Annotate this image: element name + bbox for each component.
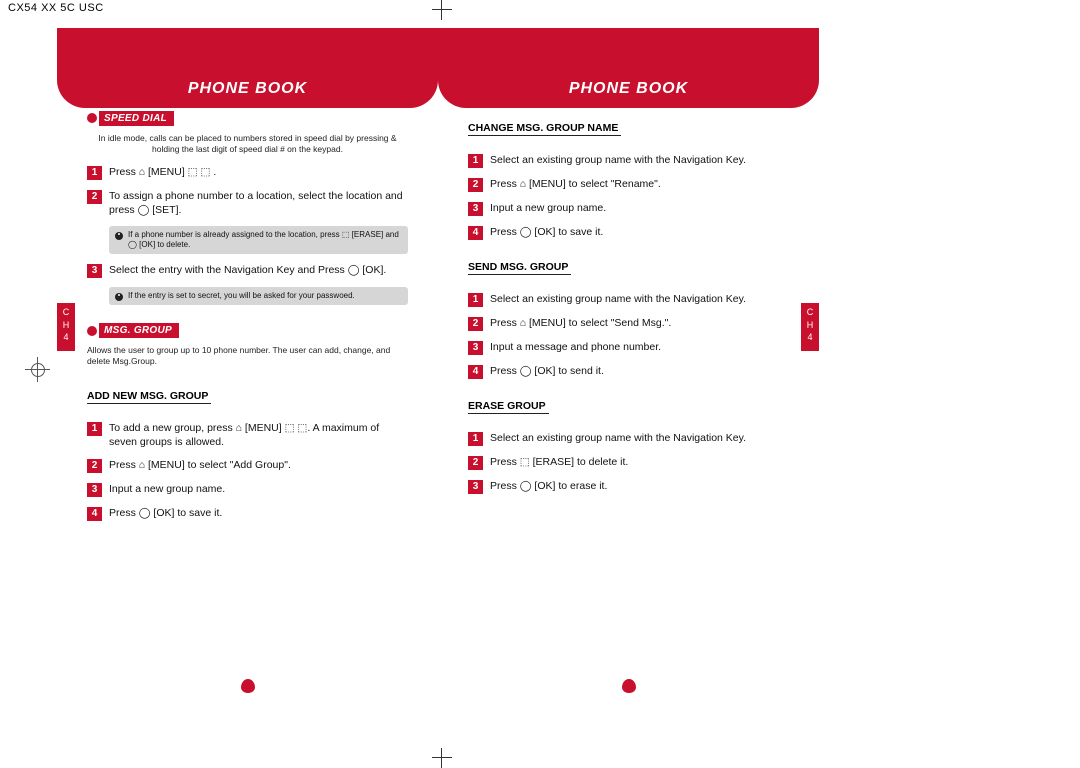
step-text: Select an existing group name with the N… <box>490 431 746 446</box>
step: 3 Input a message and phone number. <box>468 340 789 355</box>
step: 2 Press ⌂ [MENU] to select "Send Msg.". <box>468 316 789 331</box>
step-number: 2 <box>87 459 102 473</box>
step-text: Press ⬚ [ERASE] to delete it. <box>490 455 628 470</box>
chapter-tab-left: C H 4 <box>57 303 75 351</box>
step-text: To assign a phone number to a location, … <box>109 189 408 217</box>
step-number: 4 <box>87 507 102 521</box>
step-text: Press ◯ [OK] to send it. <box>490 364 604 379</box>
step-text: Select an existing group name with the N… <box>490 153 746 168</box>
section-title: SPEED DIAL <box>99 111 174 126</box>
step-number: 3 <box>468 480 483 494</box>
note-bullet-icon <box>115 232 123 240</box>
step: 2 Press ⌂ [MENU] to select "Add Group". <box>87 458 408 473</box>
page-footer-left <box>57 679 438 698</box>
step-number: 1 <box>468 432 483 446</box>
right-page: PHONE BOOK C H 4 CHANGE MSG. GROUP NAME … <box>438 28 819 733</box>
page-spread: PHONE BOOK C H 4 SPEED DIAL In idle mode… <box>57 28 819 733</box>
step-text: Press ⌂ [MENU] to select "Send Msg.". <box>490 316 671 331</box>
step-text: Select the entry with the Navigation Key… <box>109 263 386 278</box>
section-dot-icon <box>87 326 97 336</box>
note-bullet-icon <box>115 293 123 301</box>
crop-mark-top <box>432 0 452 20</box>
step: 1 Select an existing group name with the… <box>468 292 789 307</box>
section-speed-dial: SPEED DIAL <box>87 111 174 126</box>
step: 3 Press ◯ [OK] to erase it. <box>468 479 789 494</box>
step: 2 Press ⬚ [ERASE] to delete it. <box>468 455 789 470</box>
footer-ornament-icon <box>622 679 636 693</box>
step-number: 3 <box>87 264 102 278</box>
registration-mark-left <box>25 360 55 380</box>
note-text: If a phone number is already assigned to… <box>128 230 402 250</box>
step: 1 Select an existing group name with the… <box>468 431 789 446</box>
step-number: 1 <box>87 166 102 180</box>
crop-header-text: CX54 XX 5C USC <box>8 2 104 14</box>
footer-ornament-icon <box>241 679 255 693</box>
step-text: Input a new group name. <box>490 201 606 216</box>
step-text: Press ◯ [OK] to save it. <box>109 506 222 521</box>
section-title: MSG. GROUP <box>99 323 179 338</box>
step-text: Input a message and phone number. <box>490 340 661 355</box>
step-text: Press ⌂ [MENU] to select "Rename". <box>490 177 661 192</box>
subheading-add-group: ADD NEW MSG. GROUP <box>87 390 211 404</box>
step: 1 To add a new group, press ⌂ [MENU] ⬚ ⬚… <box>87 421 408 449</box>
section-dot-icon <box>87 113 97 123</box>
step-number: 1 <box>468 293 483 307</box>
step-text: Press ◯ [OK] to save it. <box>490 225 603 240</box>
step-text: Select an existing group name with the N… <box>490 292 746 307</box>
step-text: Press ⌂ [MENU] to select "Add Group". <box>109 458 291 473</box>
step: 3 Input a new group name. <box>468 201 789 216</box>
step-text: Input a new group name. <box>109 482 225 497</box>
step: 2 To assign a phone number to a location… <box>87 189 408 217</box>
page-header-right: PHONE BOOK <box>438 28 819 108</box>
step-number: 2 <box>468 317 483 331</box>
note-text: If the entry is set to secret, you will … <box>128 291 355 301</box>
subheading-send-group: SEND MSG. GROUP <box>468 261 571 275</box>
step-number: 4 <box>468 365 483 379</box>
right-content: CHANGE MSG. GROUP NAME 1 Select an exist… <box>468 110 789 503</box>
step: 4 Press ◯ [OK] to send it. <box>468 364 789 379</box>
note-box: If a phone number is already assigned to… <box>109 226 408 254</box>
step: 1 Select an existing group name with the… <box>468 153 789 168</box>
step: 1 Press ⌂ [MENU] ⬚ ⬚ . <box>87 165 408 180</box>
step: 4 Press ◯ [OK] to save it. <box>87 506 408 521</box>
step-number: 1 <box>87 422 102 436</box>
step-number: 3 <box>468 202 483 216</box>
step-number: 1 <box>468 154 483 168</box>
subheading-erase-group: ERASE GROUP <box>468 400 549 414</box>
step-text: Press ⌂ [MENU] ⬚ ⬚ . <box>109 165 216 180</box>
step-number: 2 <box>468 178 483 192</box>
step-number: 4 <box>468 226 483 240</box>
subheading-change-name: CHANGE MSG. GROUP NAME <box>468 122 621 136</box>
section-msg-group: MSG. GROUP <box>87 323 179 338</box>
step-number: 2 <box>468 456 483 470</box>
section-intro: In idle mode, calls can be placed to num… <box>87 133 408 155</box>
left-page: PHONE BOOK C H 4 SPEED DIAL In idle mode… <box>57 28 438 733</box>
step: 4 Press ◯ [OK] to save it. <box>468 225 789 240</box>
header-title: PHONE BOOK <box>569 80 688 98</box>
page-header-left: PHONE BOOK <box>57 28 438 108</box>
step: 2 Press ⌂ [MENU] to select "Rename". <box>468 177 789 192</box>
step-text: Press ◯ [OK] to erase it. <box>490 479 607 494</box>
left-content: SPEED DIAL In idle mode, calls can be pl… <box>87 110 408 530</box>
chapter-tab-right: C H 4 <box>801 303 819 351</box>
step-text: To add a new group, press ⌂ [MENU] ⬚ ⬚. … <box>109 421 408 449</box>
section-intro: Allows the user to group up to 10 phone … <box>87 345 408 367</box>
crop-mark-bottom <box>432 748 452 768</box>
header-title: PHONE BOOK <box>188 80 307 98</box>
step-number: 2 <box>87 190 102 204</box>
step: 3 Input a new group name. <box>87 482 408 497</box>
page-footer-right <box>438 679 819 698</box>
step-number: 3 <box>468 341 483 355</box>
step: 3 Select the entry with the Navigation K… <box>87 263 408 278</box>
note-box: If the entry is set to secret, you will … <box>109 287 408 305</box>
step-number: 3 <box>87 483 102 497</box>
